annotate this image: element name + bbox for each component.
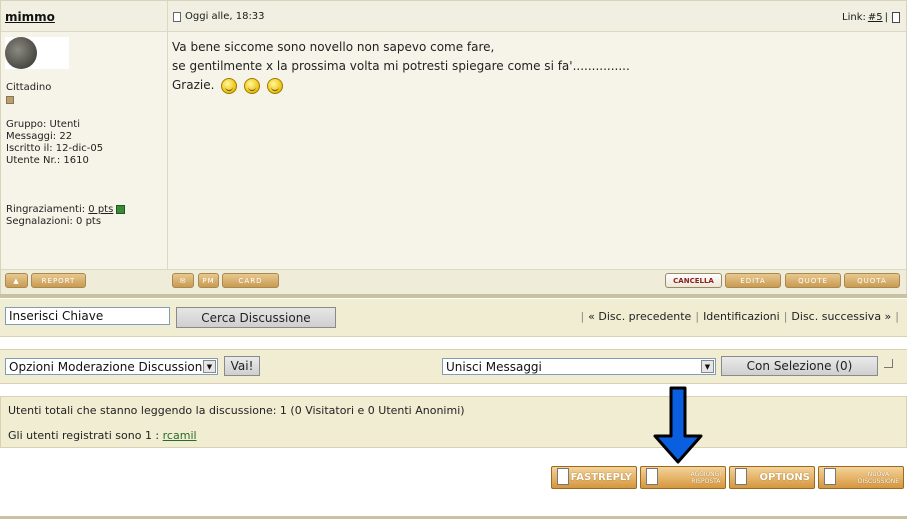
corner-mark-icon xyxy=(884,359,893,368)
avatar-image xyxy=(5,37,37,69)
message-line-1: Va bene siccome sono novello non sapevo … xyxy=(172,40,495,54)
annotation-arrow-shape xyxy=(653,386,703,464)
post-link-label: Link: xyxy=(842,12,866,23)
prev-thread-link[interactable]: « Disc. precedente xyxy=(588,310,691,323)
user-avatar xyxy=(5,37,69,69)
up-arrow-icon: ▲ xyxy=(13,276,20,285)
message-thanks-text: Grazie. xyxy=(172,78,215,92)
dropdown-arrow-icon[interactable]: ▼ xyxy=(701,360,714,373)
fast-reply-label: FASTREPLY xyxy=(570,472,632,483)
document-icon xyxy=(557,468,569,485)
options-button[interactable]: OPTIONS xyxy=(729,466,815,489)
nav-separator: | xyxy=(580,310,585,323)
post-bottom-bar xyxy=(0,294,907,298)
moderation-bar: Opzioni Moderazione Discussione ▼ Vai! U… xyxy=(0,349,907,384)
user-joined: Iscritto il: 12-dic-05 xyxy=(6,143,104,154)
pm-button[interactable]: PM xyxy=(198,273,219,288)
nav-separator: | xyxy=(895,310,899,323)
multiquote-button[interactable]: QUOTA xyxy=(844,273,900,288)
reply-document-icon[interactable] xyxy=(892,12,900,23)
dropdown-arrow-icon[interactable]: ▼ xyxy=(203,360,216,373)
document-icon xyxy=(646,468,658,485)
smiley-icon xyxy=(221,77,238,94)
online-user-link[interactable]: rcamil xyxy=(163,429,197,442)
next-thread-link[interactable]: Disc. successiva » xyxy=(791,310,891,323)
thread-navigation: | « Disc. precedente | Identificazioni |… xyxy=(580,310,899,323)
quote-button[interactable]: QUOTE xyxy=(785,273,841,288)
go-button[interactable]: Vai! xyxy=(224,356,260,376)
post-date-text: Oggi alle, 18:33 xyxy=(185,11,265,22)
thread-moderation-value: Opzioni Moderazione Discussione xyxy=(9,359,210,374)
rank-icon xyxy=(6,96,14,104)
user-group: Gruppo: Utenti xyxy=(6,119,80,130)
card-button[interactable]: CARD xyxy=(222,273,279,288)
post-permalink: Link: #5 | xyxy=(842,12,900,23)
post-container: mimmo Oggi alle, 18:33 Link: #5 | Cittad… xyxy=(0,0,907,297)
smiley-icon xyxy=(244,77,261,94)
mail-icon: ✉ xyxy=(179,276,187,285)
user-messages: Messaggi: 22 xyxy=(6,131,73,142)
nav-separator: | xyxy=(695,310,700,323)
post-link-separator: | xyxy=(884,12,888,23)
nav-separator: | xyxy=(783,310,788,323)
user-number: Utente Nr.: 1610 xyxy=(6,155,89,166)
column-divider xyxy=(167,1,168,297)
post-header: mimmo Oggi alle, 18:33 Link: #5 | xyxy=(1,1,906,32)
post-message: Va bene siccome sono novello non sapevo … xyxy=(172,38,630,95)
post-moderation-value: Unisci Messaggi xyxy=(446,359,542,374)
thread-moderation-select[interactable]: Opzioni Moderazione Discussione ▼ xyxy=(5,358,218,375)
message-line-3: Grazie. xyxy=(172,76,630,95)
pm-mail-button[interactable]: ✉ xyxy=(172,273,194,288)
options-label: OPTIONS xyxy=(759,472,810,483)
search-input[interactable] xyxy=(5,307,170,325)
search-bar: Cerca Discussione | « Disc. precedente |… xyxy=(0,299,907,337)
add-reply-label: AGGIUNGI RISPOSTA xyxy=(690,470,721,485)
message-line-2: se gentilmente x la prossima volta mi po… xyxy=(172,59,630,73)
online-total: Utenti totali che stanno leggendo la dis… xyxy=(8,404,465,417)
online-users-box: Utenti totali che stanno leggendo la dis… xyxy=(0,396,907,448)
down-arrow-annotation-icon xyxy=(653,386,703,464)
post-link-number[interactable]: #5 xyxy=(868,12,883,23)
post-moderation-select[interactable]: Unisci Messaggi ▼ xyxy=(442,358,716,375)
identifications-link[interactable]: Identificazioni xyxy=(703,310,780,323)
user-reports: Segnalazioni: 0 pts xyxy=(6,216,102,227)
new-thread-label: NUOVA DISCUSSIONE xyxy=(857,470,899,485)
search-button[interactable]: Cerca Discussione xyxy=(176,307,336,328)
post-date: Oggi alle, 18:33 xyxy=(173,11,265,22)
with-selection-button[interactable]: Con Selezione (0) xyxy=(721,356,878,376)
report-button[interactable]: REPORT xyxy=(31,273,86,288)
edit-button[interactable]: EDITA xyxy=(725,273,781,288)
add-reply-button[interactable]: AGGIUNGI RISPOSTA xyxy=(640,466,726,489)
thanks-label: Ringraziamenti: xyxy=(6,204,86,215)
user-details: Gruppo: Utenti Messaggi: 22 Iscritto il:… xyxy=(6,119,103,167)
footer-divider xyxy=(0,516,907,519)
thank-plus-icon[interactable] xyxy=(116,204,126,214)
online-registered: Gli utenti registrati sono 1 : rcamil xyxy=(8,429,197,442)
thanks-value-link[interactable]: 0 pts xyxy=(88,204,113,215)
smiley-icon xyxy=(266,77,283,94)
document-icon xyxy=(735,468,747,485)
post-author-link[interactable]: mimmo xyxy=(5,10,55,24)
user-title: Cittadino xyxy=(6,82,52,93)
post-document-icon xyxy=(173,11,181,22)
go-top-button[interactable]: ▲ xyxy=(5,273,28,288)
document-icon xyxy=(824,468,836,485)
fast-reply-button[interactable]: FASTREPLY xyxy=(551,466,637,489)
new-thread-button[interactable]: NUOVA DISCUSSIONE xyxy=(818,466,904,489)
registered-label: Gli utenti registrati sono 1 : xyxy=(8,429,160,442)
delete-button[interactable]: CANCELLA xyxy=(665,273,722,288)
user-thanks: Ringraziamenti: 0 pts Segnalazioni: 0 pt… xyxy=(6,204,126,228)
